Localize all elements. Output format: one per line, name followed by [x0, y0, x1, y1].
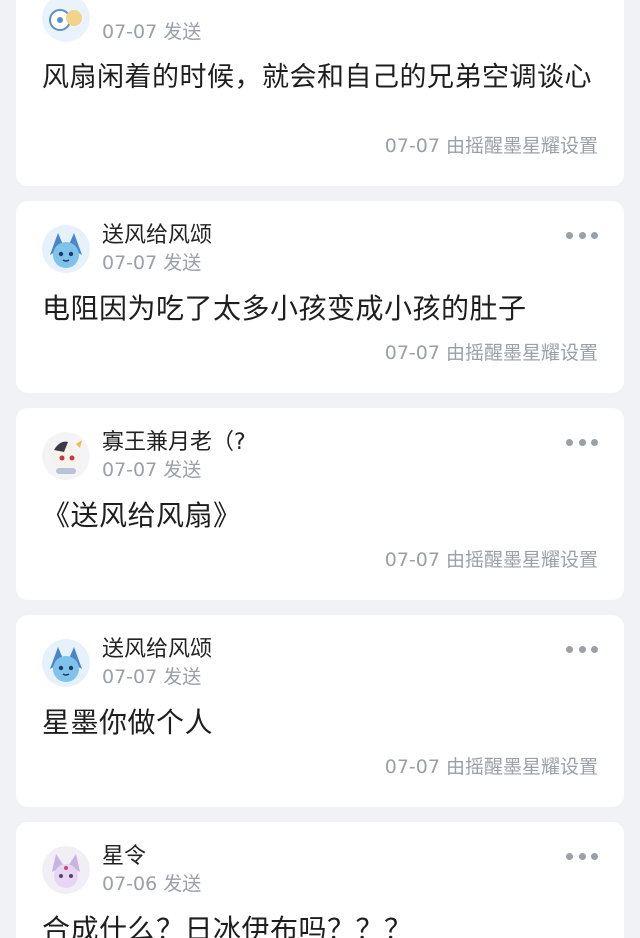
post-content: 合成什么？日冰伊布吗？？？: [42, 913, 413, 938]
more-options-button[interactable]: [566, 436, 598, 448]
post-footer: 07-07 由摇醒墨星耀设置: [384, 549, 598, 571]
sent-time: 07-07 发送: [102, 21, 202, 43]
post-footer: 07-07 由摇醒墨星耀设置: [384, 756, 598, 778]
more-dots-icon: [566, 645, 573, 653]
more-options-button[interactable]: [566, 643, 598, 655]
post-card[interactable]: 寡王兼月老（? 07-07 发送 《送风给风扇》 07-07 由摇醒墨星耀设置: [16, 408, 624, 600]
sent-time: 07-07 发送: [102, 666, 202, 688]
sent-time: 07-07 发送: [102, 459, 202, 481]
post-card[interactable]: 送风给风颂 07-07 发送 电阻因为吃了太多小孩变成小孩的肚子 07-07 由…: [16, 201, 624, 393]
post-footer: 07-07 由摇醒墨星耀设置: [384, 135, 598, 157]
post-content: 星墨你做个人: [42, 706, 214, 739]
glaceon-avatar-icon[interactable]: [42, 225, 90, 273]
more-dots-icon: [566, 852, 573, 860]
post-card[interactable]: 送风给风颂 07-07 发送 星墨你做个人 07-07 由摇醒墨星耀设置: [16, 615, 624, 807]
espeon-avatar-icon[interactable]: [42, 846, 90, 894]
author-name: 星令: [102, 844, 147, 869]
more-dots-icon: [566, 438, 573, 446]
post-footer: 07-07 由摇醒墨星耀设置: [384, 342, 598, 364]
author-name: 送风给风颂: [102, 637, 213, 662]
post-card[interactable]: 07-07 发送 风扇闲着的时候，就会和自己的兄弟空调谈心 07-07 由摇醒墨…: [16, 0, 624, 186]
more-options-button[interactable]: [566, 229, 598, 241]
glaceon-avatar-icon[interactable]: [42, 639, 90, 687]
post-content: 电阻因为吃了太多小孩变成小孩的肚子: [42, 292, 527, 325]
post-content: 风扇闲着的时候，就会和自己的兄弟空调谈心: [42, 62, 592, 93]
post-content: 《送风给风扇》: [42, 499, 242, 532]
author-name: 寡王兼月老（?: [102, 430, 246, 455]
more-options-button[interactable]: [566, 850, 598, 862]
author-name: 送风给风颂: [102, 223, 213, 248]
sent-time: 07-06 发送: [102, 873, 202, 895]
sent-time: 07-07 发送: [102, 252, 202, 274]
more-dots-icon: [566, 231, 573, 239]
fan-avatar-icon[interactable]: [42, 0, 90, 42]
post-card[interactable]: 星令 07-06 发送 合成什么？日冰伊布吗？？？: [16, 822, 624, 938]
anime-avatar-icon[interactable]: [42, 432, 90, 480]
